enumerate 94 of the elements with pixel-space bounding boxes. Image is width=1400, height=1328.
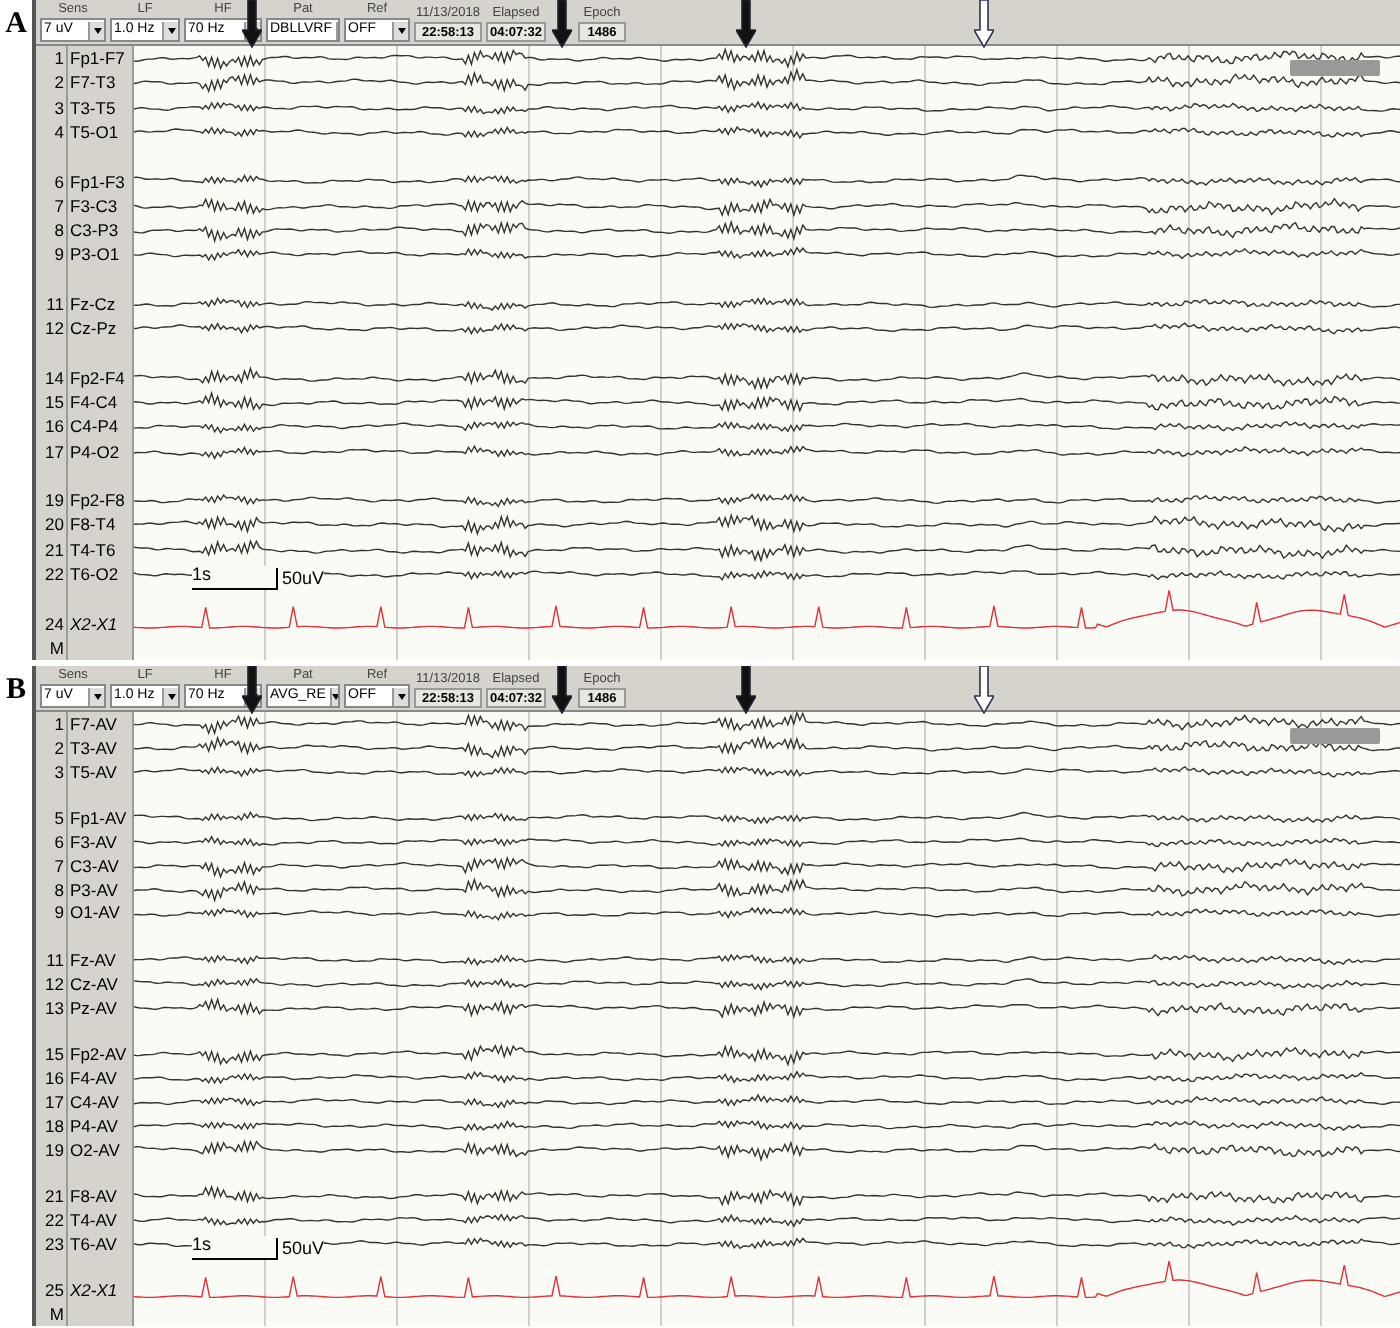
channel-number: 22	[43, 1209, 66, 1230]
arrow-icon	[242, 0, 262, 48]
channel-number: 24	[43, 613, 66, 634]
channel-number: 9	[52, 902, 66, 923]
channel-label: X2-X1	[68, 1280, 118, 1301]
channel-number: 7	[52, 855, 66, 876]
channel-label: Cz-AV	[68, 973, 118, 994]
channel-label: Fz-AV	[68, 950, 116, 971]
channel-label: Fp1-F7	[68, 48, 125, 69]
channel-label: Fp1-AV	[68, 808, 127, 829]
arrow-icon	[552, 666, 572, 714]
channel-number: 20	[43, 514, 66, 535]
channel-label: Cz-Pz	[68, 318, 117, 339]
channel-label: T6-O2	[68, 564, 119, 585]
channel-label: Fz-Cz	[68, 293, 116, 314]
scale-bar-time: 1s	[192, 1236, 276, 1260]
channel-label: P4-O2	[68, 441, 120, 462]
scale-bar-amplitude: 50uV	[276, 1238, 325, 1260]
channel-label: Pz-AV	[68, 997, 117, 1018]
channel-label: Fp2-AV	[68, 1044, 127, 1065]
channel-number: 15	[43, 1044, 66, 1065]
channel-label: F3-C3	[68, 195, 118, 216]
channel-label: P3-O1	[68, 244, 120, 265]
channel-label: F4-AV	[68, 1068, 117, 1089]
channel-label: Fp2-F4	[68, 367, 125, 388]
channel-label: T4-AV	[68, 1209, 117, 1230]
channel-label: P4-AV	[68, 1115, 118, 1136]
channel-number: M	[47, 1304, 66, 1325]
channel-label: T6-AV	[68, 1233, 117, 1254]
channel-number: 21	[43, 1186, 66, 1207]
channel-number: 8	[52, 879, 66, 900]
channel-label: P3-AV	[68, 879, 118, 900]
channel-number: 3	[52, 761, 66, 782]
channel-label: T5-AV	[68, 761, 117, 782]
channel-number: 18	[43, 1115, 66, 1136]
channel-number: 13	[43, 997, 66, 1018]
scale-bar-time: 1s	[192, 566, 276, 590]
channel-number: 19	[43, 490, 66, 511]
channel-number: 5	[52, 808, 66, 829]
channel-number: 11	[44, 950, 66, 971]
channel-number: 4	[52, 121, 66, 142]
panel-letter: A	[3, 6, 29, 42]
channel-number: 16	[43, 1068, 66, 1089]
channel-number: 19	[43, 1139, 66, 1160]
channel-number: 16	[43, 416, 66, 437]
channel-number: 6	[52, 831, 66, 852]
channel-number: 15	[43, 392, 66, 413]
panel-letter: B	[3, 672, 28, 708]
channel-number: 7	[52, 195, 66, 216]
channel-number: 8	[52, 220, 66, 241]
channel-label: F8-AV	[68, 1186, 117, 1207]
channel-number: 9	[52, 244, 66, 265]
channel-label: F7-AV	[68, 713, 117, 734]
channel-number: 1	[52, 48, 66, 69]
channel-label: C4-P4	[68, 416, 119, 437]
channel-number: 23	[43, 1233, 66, 1254]
channel-number: 3	[52, 97, 66, 118]
channel-number: 17	[43, 441, 66, 462]
channel-number: 21	[43, 539, 66, 560]
channel-label: Fp1-F3	[68, 171, 125, 192]
channel-label: F7-T3	[68, 72, 116, 93]
channel-number: 25	[43, 1280, 66, 1301]
channel-label: T3-T5	[68, 97, 116, 118]
channel-label: C3-AV	[68, 855, 119, 876]
channel-label: F8-T4	[68, 514, 116, 535]
channel-label: C3-P3	[68, 220, 119, 241]
arrow-icon	[736, 0, 757, 48]
channel-number: 2	[52, 72, 66, 93]
channel-number: 17	[43, 1091, 66, 1112]
channel-label: O1-AV	[68, 902, 120, 923]
channel-number: 6	[52, 171, 66, 192]
arrow-icon	[552, 0, 572, 48]
scale-bar-amplitude: 50uV	[276, 568, 325, 590]
channel-number: 11	[44, 293, 66, 314]
label-tag	[1290, 728, 1380, 744]
channel-number: 14	[43, 367, 66, 388]
channel-number: 12	[43, 973, 66, 994]
channel-number: 22	[43, 564, 66, 585]
channel-label: Fp2-F8	[68, 490, 125, 511]
channel-label: C4-AV	[68, 1091, 119, 1112]
channel-label: T4-T6	[68, 539, 116, 560]
channel-label: F4-C4	[68, 392, 118, 413]
channel-label: T5-O1	[68, 121, 119, 142]
channel-number: M	[47, 637, 66, 658]
channel-number: 1	[52, 713, 66, 734]
channel-label: F3-AV	[68, 831, 117, 852]
channel-label: X2-X1	[68, 613, 118, 634]
channel-number: 12	[43, 318, 66, 339]
channel-label: T3-AV	[68, 737, 117, 758]
label-tag	[1290, 60, 1380, 76]
channel-number: 2	[52, 737, 66, 758]
channel-label: O2-AV	[68, 1139, 120, 1160]
arrow-icon	[242, 666, 262, 714]
arrow-icon	[736, 666, 757, 714]
